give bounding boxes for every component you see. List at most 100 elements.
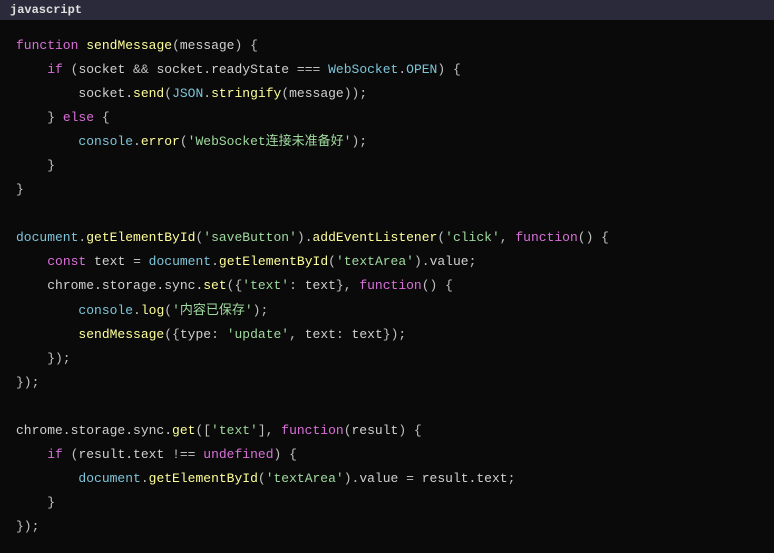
code-token: ( (180, 134, 188, 149)
code-token: chrome.storage.sync. (16, 423, 172, 438)
code-token: ). (414, 254, 430, 269)
code-token: ( (63, 447, 79, 462)
code-token: type (180, 327, 211, 342)
code-token: : (336, 327, 352, 342)
code-token: socket.readyState (156, 62, 289, 77)
code-token: function (359, 278, 421, 293)
code-token (16, 327, 78, 342)
code-block[interactable]: function sendMessage(message) { if (sock… (0, 20, 774, 553)
code-token: else (63, 110, 94, 125)
code-token: socket. (78, 86, 133, 101)
code-token: && (125, 62, 156, 77)
code-token: . (133, 134, 141, 149)
code-token: if (47, 62, 63, 77)
code-token: . (203, 86, 211, 101)
code-token: ). (344, 471, 360, 486)
code-token: value (430, 254, 469, 269)
code-token: 'textArea' (336, 254, 414, 269)
code-token: 'saveButton' (203, 230, 297, 245)
code-language-header: javascript (0, 0, 774, 20)
language-label: javascript (10, 3, 82, 17)
code-token: document (149, 254, 211, 269)
code-token: '内容已保存' (172, 303, 253, 318)
code-token: ( (164, 303, 172, 318)
code-token: stringify (211, 86, 281, 101)
code-token: socket (78, 62, 125, 77)
code-token: 'textArea' (266, 471, 344, 486)
code-token: { (94, 110, 110, 125)
code-token: ({ (164, 327, 180, 342)
code-token: 'text' (242, 278, 289, 293)
code-token: } (16, 182, 24, 197)
code-token: ; (508, 471, 516, 486)
code-token: , (289, 327, 305, 342)
code-token: getElementById (86, 230, 195, 245)
code-token: ) { (437, 62, 460, 77)
code-token (16, 62, 47, 77)
code-token: JSON (172, 86, 203, 101)
code-token: value (359, 471, 398, 486)
code-token: 'update' (227, 327, 289, 342)
code-token: . (211, 254, 219, 269)
code-token: sendMessage (86, 38, 172, 53)
code-token: ({ (227, 278, 243, 293)
code-token: getElementById (149, 471, 258, 486)
code-token: ); (352, 134, 368, 149)
code-token: getElementById (219, 254, 328, 269)
code-token: text (305, 327, 336, 342)
code-token: !== (164, 447, 203, 462)
code-token: () { (578, 230, 609, 245)
code-token: result.text (422, 471, 508, 486)
code-token: error (141, 134, 180, 149)
code-token: . (398, 62, 406, 77)
code-token: . (141, 471, 149, 486)
code-token: addEventListener (313, 230, 438, 245)
code-token: : (289, 278, 305, 293)
code-token: )); (344, 86, 367, 101)
code-token: === (289, 62, 328, 77)
code-token: function (16, 38, 78, 53)
code-token: ) { (274, 447, 297, 462)
code-token (16, 447, 47, 462)
code-token: ); (253, 303, 269, 318)
code-token: ( (258, 471, 266, 486)
code-token: } (16, 110, 63, 125)
code-token (16, 86, 78, 101)
code-token (16, 278, 47, 293)
code-token: function (281, 423, 343, 438)
code-token: . (133, 303, 141, 318)
code-token: ) { (398, 423, 421, 438)
code-token (16, 471, 78, 486)
code-token: () { (422, 278, 453, 293)
code-token: text (94, 254, 125, 269)
code-token: = (398, 471, 421, 486)
code-token: }); (16, 375, 39, 390)
code-token (16, 303, 78, 318)
code-token: log (141, 303, 164, 318)
code-token: ( (63, 62, 79, 77)
code-token: text (352, 327, 383, 342)
code-token: document (16, 230, 78, 245)
code-token: }); (16, 351, 71, 366)
code-token: chrome.storage.sync. (47, 278, 203, 293)
code-token: result.text (78, 447, 164, 462)
code-token: ) { (234, 38, 257, 53)
code-token: 'WebSocket连接未准备好' (188, 134, 352, 149)
code-token: } (16, 158, 55, 173)
code-token: 'click' (445, 230, 500, 245)
code-token: ( (172, 38, 180, 53)
code-token: ( (344, 423, 352, 438)
code-token (16, 254, 47, 269)
code-token: const (47, 254, 86, 269)
code-token: text (305, 278, 336, 293)
code-token: send (133, 86, 164, 101)
code-token: if (47, 447, 63, 462)
code-token: message (289, 86, 344, 101)
code-token: : (211, 327, 227, 342)
code-token: ). (297, 230, 313, 245)
code-token: }); (16, 519, 39, 534)
code-token: ( (281, 86, 289, 101)
code-token: result (352, 423, 399, 438)
code-token: console (78, 134, 133, 149)
code-token: ; (469, 254, 477, 269)
